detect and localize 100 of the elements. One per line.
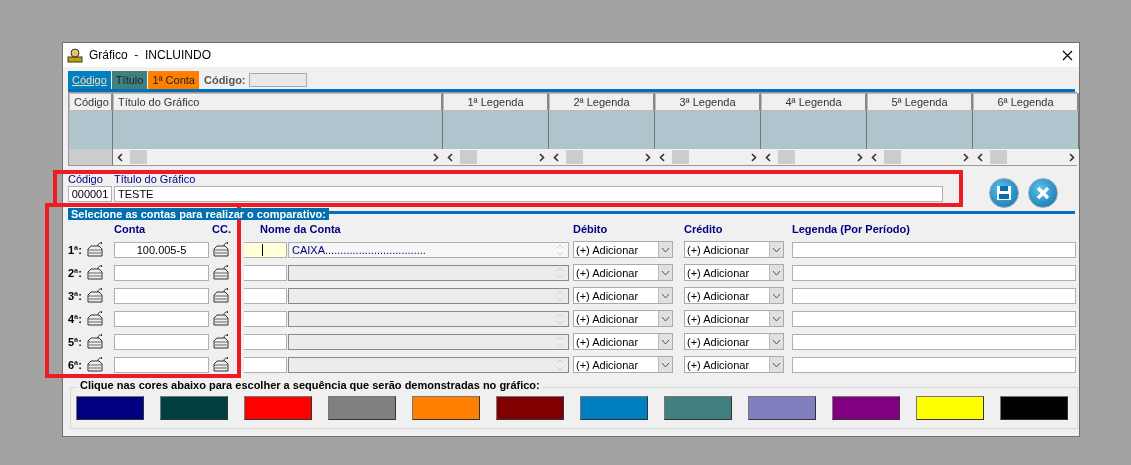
tray-arrow-icon[interactable] [86,241,104,258]
code-field[interactable] [248,73,307,87]
credit-dropdown[interactable]: (+) Adicionar [684,356,784,373]
tray-arrow-icon[interactable] [86,333,104,350]
title-field[interactable]: TESTE [114,186,943,202]
scrollbar-thumb[interactable] [778,150,795,164]
debit-dropdown[interactable]: (+) Adicionar [573,264,673,281]
tab[interactable]: Título [111,71,148,89]
color-swatch[interactable] [76,396,144,420]
credit-dropdown[interactable]: (+) Adicionar [684,241,784,258]
chevron-down-icon[interactable] [772,292,781,299]
chevron-down-icon[interactable] [661,361,670,368]
chevron-down-icon[interactable] [772,246,781,253]
chevron-right-icon[interactable] [962,152,969,162]
chevron-left-icon[interactable] [117,152,124,162]
account-name-field[interactable]: CAIXA................................. [288,241,569,258]
column-header[interactable]: 4ª Legenda [761,93,867,111]
debit-dropdown[interactable]: (+) Adicionar [573,310,673,327]
chevron-down-icon[interactable] [661,292,670,299]
color-swatch[interactable] [496,396,564,420]
tab[interactable]: 1ª Conta [148,71,199,89]
save-button[interactable] [989,178,1019,208]
column-header[interactable]: 2ª Legenda [549,93,655,111]
chevron-left-icon[interactable] [977,152,984,162]
spinner-icon[interactable] [556,242,564,257]
scrollbar-thumb[interactable] [990,150,1007,164]
chevron-left-icon[interactable] [659,152,666,162]
color-swatch[interactable] [580,396,648,420]
chevron-right-icon[interactable] [856,152,863,162]
cc-field[interactable] [244,264,287,281]
account-field[interactable] [114,310,209,327]
legend-field[interactable] [792,356,1076,373]
cc-field[interactable] [244,333,287,350]
chevron-left-icon[interactable] [447,152,454,162]
tray-arrow-icon[interactable] [212,356,230,373]
color-swatch[interactable] [328,396,396,420]
column-header[interactable]: Código [69,93,113,111]
cc-field[interactable] [244,356,287,373]
color-swatch[interactable] [832,396,900,420]
debit-dropdown[interactable]: (+) Adicionar [573,356,673,373]
tray-arrow-icon[interactable] [212,264,230,281]
credit-dropdown[interactable]: (+) Adicionar [684,333,784,350]
legend-field[interactable] [792,287,1076,304]
color-swatch[interactable] [1000,396,1068,420]
color-swatch[interactable] [748,396,816,420]
chevron-down-icon[interactable] [772,361,781,368]
chevron-down-icon[interactable] [661,338,670,345]
tray-arrow-icon[interactable] [212,287,230,304]
tray-arrow-icon[interactable] [86,287,104,304]
debit-dropdown[interactable]: (+) Adicionar [573,333,673,350]
account-field[interactable] [114,264,209,281]
tray-arrow-icon[interactable] [86,356,104,373]
close-icon[interactable] [1062,49,1073,61]
tray-arrow-icon[interactable] [86,310,104,327]
debit-dropdown[interactable]: (+) Adicionar [573,241,673,258]
column-header[interactable]: 1ª Legenda [443,93,549,111]
scrollbar-thumb[interactable] [884,150,901,164]
chevron-right-icon[interactable] [538,152,545,162]
color-swatch[interactable] [160,396,228,420]
color-swatch[interactable] [412,396,480,420]
legend-field[interactable] [792,264,1076,281]
column-header[interactable]: 3ª Legenda [655,93,761,111]
chevron-down-icon[interactable] [772,315,781,322]
chevron-right-icon[interactable] [644,152,651,162]
debit-dropdown[interactable]: (+) Adicionar [573,287,673,304]
tray-arrow-icon[interactable] [86,264,104,281]
color-swatch[interactable] [916,396,984,420]
chevron-left-icon[interactable] [871,152,878,162]
legend-field[interactable] [792,333,1076,350]
chevron-left-icon[interactable] [553,152,560,162]
column-header[interactable]: Título do Gráfico [113,93,443,111]
scrollbar-thumb[interactable] [130,150,147,164]
chevron-down-icon[interactable] [661,269,670,276]
column-header[interactable]: 6ª Legenda [973,93,1079,111]
chevron-right-icon[interactable] [750,152,757,162]
chevron-left-icon[interactable] [765,152,772,162]
chevron-down-icon[interactable] [661,315,670,322]
chevron-right-icon[interactable] [1068,152,1075,162]
chevron-down-icon[interactable] [772,269,781,276]
account-field[interactable] [114,287,209,304]
legend-field[interactable] [792,241,1076,258]
color-swatch[interactable] [664,396,732,420]
scrollbar-thumb[interactable] [566,150,583,164]
credit-dropdown[interactable]: (+) Adicionar [684,310,784,327]
tray-arrow-icon[interactable] [212,333,230,350]
scrollbar-thumb[interactable] [460,150,477,164]
account-field[interactable]: 100.005-5 [114,241,209,258]
close-button[interactable] [1028,178,1058,208]
tray-arrow-icon[interactable] [212,310,230,327]
cc-field[interactable] [244,310,287,327]
cc-field[interactable] [244,241,287,258]
credit-dropdown[interactable]: (+) Adicionar [684,264,784,281]
account-field[interactable] [114,356,209,373]
color-swatch[interactable] [244,396,312,420]
legend-field[interactable] [792,310,1076,327]
scrollbar-thumb[interactable] [672,150,689,164]
chevron-down-icon[interactable] [661,246,670,253]
column-header[interactable]: 5ª Legenda [867,93,973,111]
tray-arrow-icon[interactable] [212,241,230,258]
chevron-down-icon[interactable] [772,338,781,345]
